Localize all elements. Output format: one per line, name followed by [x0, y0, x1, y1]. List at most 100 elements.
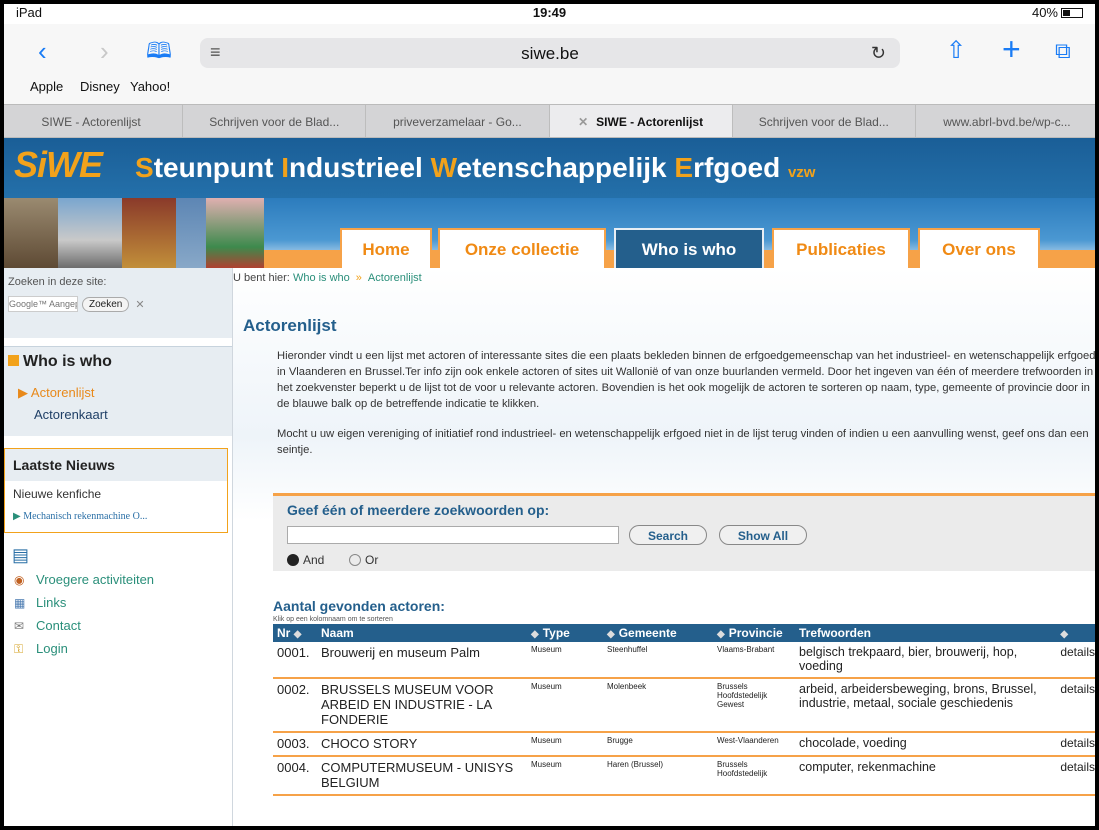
intro-paragraph: Mocht u uw eigen vereniging of initiatie… [277, 428, 1089, 456]
nav-home[interactable]: Home [340, 228, 432, 268]
sidebar-item-actorenkaart[interactable]: Actorenkaart [18, 407, 214, 422]
col-provincie[interactable]: ◆ Provincie [713, 624, 795, 642]
cell-type: Museum [527, 642, 603, 679]
col-type[interactable]: ◆ Type [527, 624, 603, 642]
clear-icon[interactable]: ✕ [135, 298, 144, 311]
site-search-input[interactable] [8, 296, 78, 312]
people-icon: ◉ [14, 573, 25, 587]
cell-provincie: West-Vlaanderen [713, 732, 795, 757]
breadcrumb: U bent hier: Who is who» Actorenlijst [233, 272, 422, 284]
details-link[interactable]: details [1056, 756, 1099, 796]
arrow-icon: ▶ [18, 385, 28, 400]
crumb-actorenlijst[interactable]: Actorenlijst [368, 272, 422, 284]
photo-tower [58, 198, 122, 268]
cell-nr: 0002. [273, 678, 317, 733]
menu-login[interactable]: ⚿ Login [14, 641, 232, 657]
address-bar[interactable]: ≡ siwe.be ↻ [200, 38, 900, 68]
section-links: ▶ Actorenlijst Actorenkaart [0, 377, 232, 436]
table-row: 0001. Brouwerij en museum Palm Museum St… [273, 642, 1099, 679]
search-button[interactable]: Search [629, 525, 707, 545]
tab-bar: SIWE - Actorenlijst Schrijven voor de Bl… [0, 104, 1099, 138]
col-details: ◆ [1056, 624, 1099, 642]
keyword-label: Geef één of meerdere zoekwoorden op: [287, 502, 550, 518]
key-icon: ⚿ [14, 642, 24, 656]
browser-tab[interactable]: priveverzamelaar - Go... [366, 105, 550, 137]
cell-naam: BRUSSELS MUSEUM VOOR ARBEID EN INDUSTRIE… [317, 678, 527, 733]
sitemap-icon[interactable]: ▤ [12, 545, 232, 566]
cell-provincie: Brussels Hoofdstedelijk Gewest [713, 678, 795, 733]
forward-icon[interactable]: › [100, 36, 109, 66]
table-row: 0004. COMPUTERMUSEUM - UNISYS BELGIUM Mu… [273, 756, 1099, 796]
cell-type: Museum [527, 678, 603, 733]
col-naam[interactable]: Naam [317, 624, 527, 642]
nav-who-is-who[interactable]: Who is who [614, 228, 764, 268]
table-row: 0003. CHOCO STORY Museum Brugge West-Vla… [273, 732, 1099, 757]
clock: 19:49 [532, 5, 567, 20]
favorite-disney[interactable]: Disney [80, 79, 120, 94]
details-link[interactable]: details [1056, 678, 1099, 733]
menu-links[interactable]: ▦ Links [14, 595, 232, 610]
cell-provincie: Vlaams-Brabant [713, 642, 795, 679]
close-tab-icon[interactable]: ✕ [578, 115, 588, 129]
sort-icon: ◆ [607, 629, 615, 640]
browser-tab[interactable]: SIWE - Actorenlijst [0, 105, 184, 137]
details-link[interactable]: details [1056, 732, 1099, 757]
sort-icon: ◆ [717, 629, 725, 640]
keyword-input[interactable] [287, 526, 619, 544]
search-label: Zoeken in deze site: [8, 276, 107, 288]
photo-book [122, 198, 176, 268]
links-icon: ▦ [14, 596, 26, 610]
favorite-yahoo[interactable]: Yahoo! [130, 79, 170, 94]
nav-publicaties[interactable]: Publicaties [772, 228, 910, 268]
battery-icon [1061, 8, 1083, 18]
browser-tab-active[interactable]: ✕ SIWE - Actorenlijst [549, 105, 733, 137]
new-tab-icon[interactable]: + [1002, 33, 1021, 65]
photo-factory [0, 198, 58, 268]
col-trefwoorden[interactable]: Trefwoorden [795, 624, 1057, 642]
browser-tab[interactable]: Schrijven voor de Blad... [183, 105, 367, 137]
sidebar-item-actorenlijst[interactable]: ▶ Actorenlijst [18, 385, 214, 401]
cell-gemeente: Molenbeek [603, 678, 713, 733]
arrow-icon: ▶ [13, 511, 21, 522]
header-photos [0, 198, 264, 268]
details-link[interactable]: details [1056, 642, 1099, 679]
nav-collectie[interactable]: Onze collectie [438, 228, 606, 268]
news-more-link[interactable]: ▶ Mechanisch rekenmachine O... [5, 507, 227, 532]
crumb-who-is-who[interactable]: Who is who [293, 272, 350, 284]
nav-over-ons[interactable]: Over ons [918, 228, 1040, 268]
browser-tab[interactable]: www.abrl-bvd.be/wp-c... [916, 105, 1099, 137]
site-title: Steunpunt Industrieel Wetenschappelijk E… [135, 152, 816, 183]
cell-type: Museum [527, 756, 603, 796]
col-gemeente[interactable]: ◆ Gemeente [603, 624, 713, 642]
site-logo[interactable]: SiWE [14, 144, 103, 186]
browser-tab[interactable]: Schrijven voor de Blad... [733, 105, 916, 137]
news-title: Laatste Nieuws [5, 449, 227, 481]
favorite-apple[interactable]: Apple [30, 79, 63, 94]
col-nr[interactable]: Nr ◆ [273, 624, 317, 642]
site-search-button[interactable]: Zoeken [82, 296, 130, 312]
page-title: Actorenlijst [243, 316, 337, 335]
cell-nr: 0004. [273, 756, 317, 796]
contact-icon: ✉ [14, 619, 25, 633]
intro-text: Hieronder vindt u een lijst met actoren … [277, 348, 1097, 472]
results-table: Nr ◆ Naam ◆ Type ◆ Gemeente ◆ Provincie Tre… [273, 624, 1099, 796]
cell-trefwoorden: computer, rekenmachine [795, 756, 1057, 796]
cell-trefwoorden: chocolade, voeding [795, 732, 1057, 757]
show-all-button[interactable]: Show All [719, 525, 807, 545]
radio-or[interactable]: Or [349, 553, 378, 567]
back-icon[interactable]: ‹ [38, 36, 47, 66]
url-text: siwe.be [521, 44, 579, 63]
reload-icon[interactable]: ↻ [871, 43, 886, 64]
share-icon[interactable]: ⇧ [946, 36, 966, 66]
radio-and[interactable]: And [287, 553, 324, 567]
cell-nr: 0003. [273, 732, 317, 757]
bookmarks-icon[interactable]: 🕮 [146, 36, 172, 66]
intro-paragraph: Hieronder vindt u een lijst met actoren … [277, 350, 1096, 410]
news-item[interactable]: Nieuwe kenfiche [5, 481, 227, 507]
menu-vroegere-activiteiten[interactable]: ◉ Vroegere activiteiten [14, 572, 232, 587]
sort-icon: ◆ [293, 629, 302, 640]
menu-contact[interactable]: ✉ Contact [14, 618, 232, 633]
cell-naam: Brouwerij en museum Palm [317, 642, 527, 679]
tabs-overview-icon[interactable]: ⧉ [1055, 36, 1071, 66]
crumb-separator-icon: » [355, 272, 362, 284]
